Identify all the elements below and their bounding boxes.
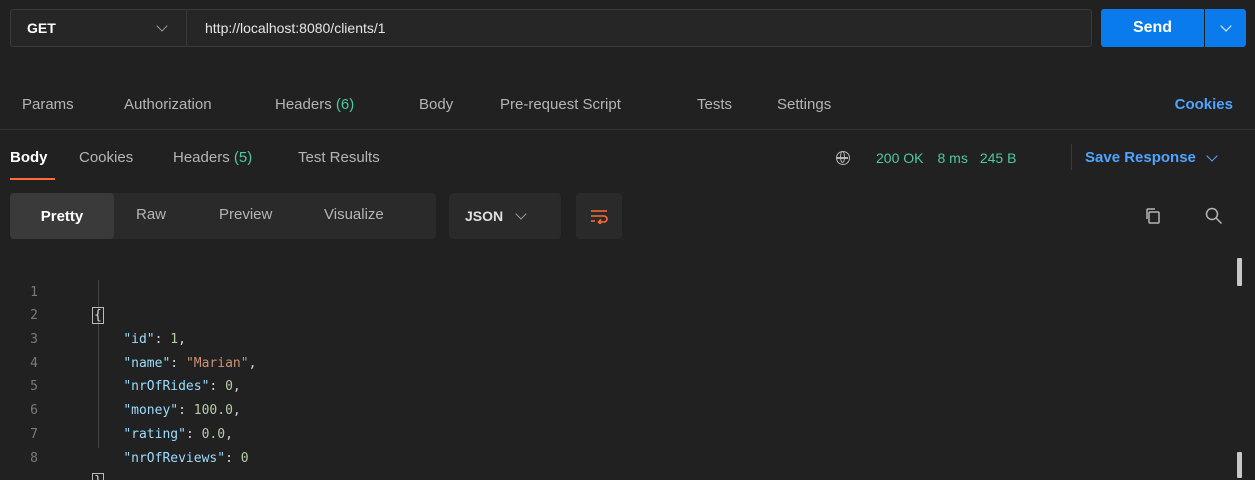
tab-label: Test Results bbox=[298, 149, 380, 166]
tab-response-cookies[interactable]: Cookies bbox=[79, 149, 133, 166]
tab-label: Body bbox=[10, 149, 48, 166]
close-brace: } bbox=[92, 473, 104, 480]
tab-label: Tests bbox=[697, 96, 733, 113]
globe-icon[interactable] bbox=[836, 151, 850, 165]
chevron-down-icon bbox=[156, 20, 168, 32]
code-line: 6 "rating": 0.0, bbox=[0, 375, 1255, 442]
tab-test-results[interactable]: Test Results bbox=[298, 149, 380, 166]
language-select[interactable]: JSON bbox=[449, 193, 561, 239]
tab-response-body[interactable]: Body bbox=[10, 149, 48, 166]
chevron-down-icon bbox=[1206, 149, 1218, 162]
method-label: GET bbox=[27, 20, 56, 36]
url-input[interactable]: http://localhost:8080/clients/1 bbox=[187, 10, 386, 46]
code-line: 7 "nrOfReviews": 0 bbox=[0, 399, 1255, 466]
wrap-lines-button[interactable] bbox=[576, 193, 622, 239]
tab-tests[interactable]: Tests bbox=[697, 96, 732, 113]
tab-label: Cookies bbox=[79, 149, 134, 166]
response-body-code[interactable]: 1 { 2 "id": 1, 3 "name": "Marian", 4 "nr… bbox=[0, 257, 1255, 480]
send-button-group: Send bbox=[1101, 9, 1246, 47]
tab-count: (5) bbox=[233, 149, 253, 166]
request-tabs: Params Authorization Headers (6) Body Pr… bbox=[0, 86, 1255, 130]
request-bar: GET http://localhost:8080/clients/1 bbox=[10, 9, 1092, 47]
tab-count: (6) bbox=[335, 96, 355, 113]
tab-label: Authorization bbox=[124, 96, 212, 113]
line-number: 8 bbox=[30, 450, 38, 466]
save-response-button[interactable]: Save Response bbox=[1085, 149, 1218, 166]
scrollbar-thumb[interactable] bbox=[1237, 452, 1242, 478]
search-icon[interactable] bbox=[1204, 206, 1224, 226]
format-raw[interactable]: Raw bbox=[136, 206, 166, 223]
code-line: 4 "nrOfRides": 0, bbox=[0, 328, 1255, 395]
language-label: JSON bbox=[465, 208, 504, 224]
method-select[interactable]: GET bbox=[11, 10, 187, 46]
format-pretty[interactable]: Pretty bbox=[10, 193, 114, 239]
postman-window: GET http://localhost:8080/clients/1 Send… bbox=[0, 0, 1255, 480]
tab-pre-request-script[interactable]: Pre-request Script bbox=[500, 96, 621, 113]
tab-headers[interactable]: Headers (6) bbox=[275, 96, 354, 113]
save-response-label: Save Response bbox=[1085, 149, 1196, 166]
send-options-button[interactable] bbox=[1205, 9, 1246, 47]
tab-authorization[interactable]: Authorization bbox=[124, 96, 212, 113]
json-key: "nrOfReviews" bbox=[123, 450, 226, 466]
tab-label: Body bbox=[419, 96, 454, 113]
format-preview[interactable]: Preview bbox=[219, 206, 272, 223]
chevron-down-icon bbox=[515, 208, 527, 220]
divider bbox=[1071, 144, 1072, 170]
tab-label: Headers bbox=[275, 96, 332, 113]
active-tab-underline bbox=[10, 178, 55, 180]
response-time[interactable]: 8 ms bbox=[937, 150, 967, 166]
tab-body[interactable]: Body bbox=[419, 96, 453, 113]
status-code[interactable]: 200 OK bbox=[876, 150, 923, 166]
tab-params[interactable]: Params bbox=[22, 96, 74, 113]
cookies-link[interactable]: Cookies bbox=[1175, 96, 1233, 113]
chevron-down-icon bbox=[1219, 20, 1232, 32]
code-line: 5 "money": 100.0, bbox=[0, 352, 1255, 418]
code-line: 2 "id": 1, bbox=[0, 281, 1255, 347]
wrap-lines-icon bbox=[591, 210, 608, 224]
tab-settings[interactable]: Settings bbox=[777, 96, 831, 113]
format-toggle: Pretty Raw Preview Visualize bbox=[10, 193, 436, 239]
divider bbox=[0, 129, 1255, 130]
tab-response-headers[interactable]: Headers (5) bbox=[173, 149, 252, 166]
format-visualize[interactable]: Visualize bbox=[324, 206, 384, 223]
tab-label: Params bbox=[22, 96, 74, 113]
code-line: 8 } bbox=[0, 423, 1255, 480]
code-line: 1 { bbox=[0, 257, 1255, 325]
copy-icon[interactable] bbox=[1144, 207, 1162, 225]
code-line: 3 "name": "Marian", bbox=[0, 304, 1255, 371]
response-size[interactable]: 245 B bbox=[980, 150, 1017, 166]
send-button[interactable]: Send bbox=[1101, 9, 1204, 47]
tab-label: Pre-request Script bbox=[500, 96, 621, 113]
json-value: 0 bbox=[240, 450, 249, 466]
scrollbar-thumb[interactable] bbox=[1237, 258, 1242, 286]
tab-label: Settings bbox=[777, 96, 832, 113]
response-status: 200 OK 8 ms 245 B bbox=[836, 148, 1016, 168]
tab-label: Headers bbox=[173, 149, 230, 166]
